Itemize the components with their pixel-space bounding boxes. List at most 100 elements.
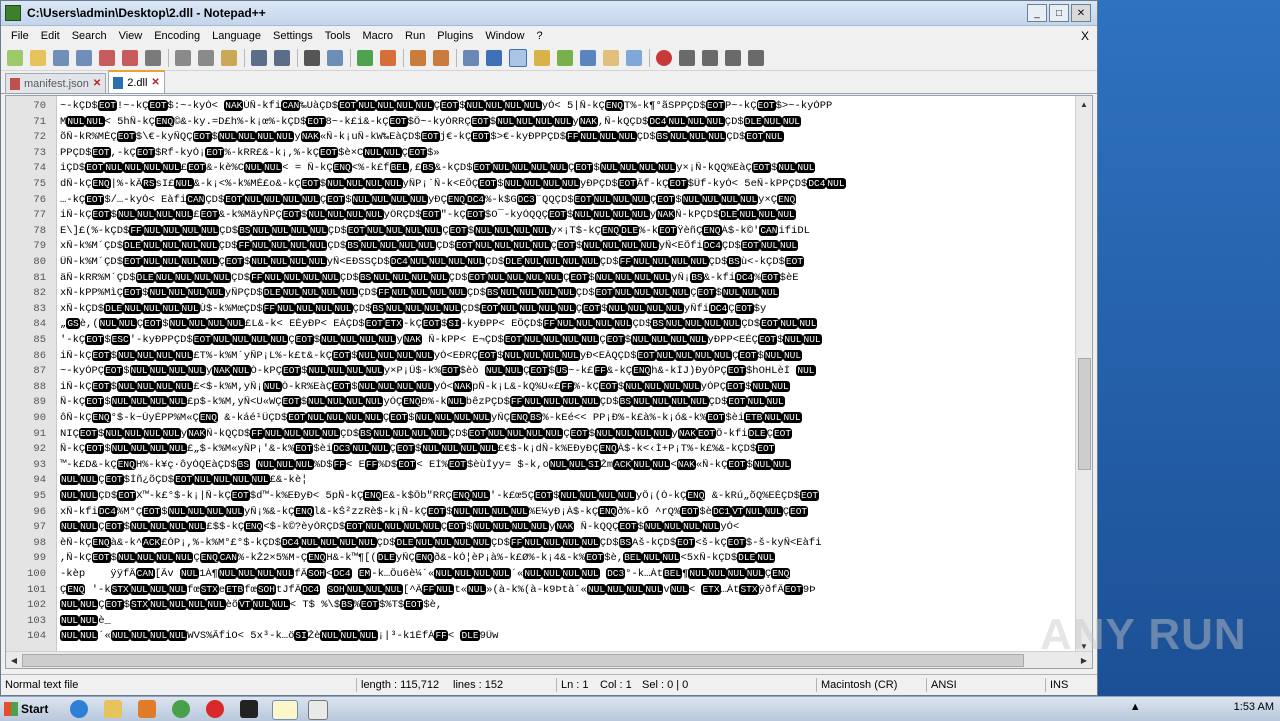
notepadpp-taskbar-icon[interactable] xyxy=(272,700,298,720)
folder-workspace-icon[interactable] xyxy=(603,50,619,66)
vertical-scrollbar[interactable]: ▲ ▼ xyxy=(1075,96,1092,654)
open-file-icon[interactable] xyxy=(30,50,46,66)
word-wrap-icon[interactable] xyxy=(463,50,479,66)
find-icon[interactable] xyxy=(304,50,320,66)
editor-line[interactable]: 83 xÑ-kÇD$DLE NUL NUL NUL NULÙ$-k%MœÇD$FF NUL N… xyxy=(6,302,1082,319)
show-all-characters-icon[interactable] xyxy=(486,50,502,66)
media-player-icon[interactable] xyxy=(138,700,156,718)
editor-line[interactable]: 70 ~-kÇD$EOT!~-kÇEOT$:~-kyÓ< NAKÙÑ-kfiCAN… xyxy=(6,100,1082,116)
editor-line[interactable]: 90 ôÑ-kÇENQ°$-k~ÙyÉPP%M«ÇENQ &-káé¹ÜÇD$EO… xyxy=(6,412,1082,428)
stop-macro-icon[interactable] xyxy=(679,50,695,66)
editor-line[interactable]: 93 ™-k£D&-kÇENQH%-k¥ç·ôyÓQEàÇD$BS NUL NUL N… xyxy=(6,458,1082,475)
editor-pane[interactable]: 70 ~-kÇD$EOT!~-kÇEOT$:~-kyÓ< NAKÙÑ-kfiCAN… xyxy=(5,95,1093,669)
editor-line[interactable]: 94 NUL NULÇEOT$Íñ¿õÇD$EOT NUL NUL NUL NUL£&-kè… xyxy=(6,474,1082,490)
editor-line[interactable]: 84 „GSè,(NUL NULÇEOT$NUL NUL NUL NUL£L&-k< EÈ… xyxy=(6,318,1082,334)
replace-icon[interactable] xyxy=(327,50,343,66)
editor-line[interactable]: 95 NUL NULÇD$EOTX™-k£°$-k¡|Ñ-kÇEOT$d™-k%EÐ… xyxy=(6,490,1082,506)
menu-language[interactable]: Language xyxy=(206,30,267,42)
menu-window[interactable]: Window xyxy=(479,30,530,42)
document-close-button[interactable]: X xyxy=(1081,29,1089,43)
editor-line[interactable]: 85 '-kÇEOT$ESC'-kyÐPPÇD$EOT NUL NUL NUL NULÇE… xyxy=(6,334,1082,350)
editor-line[interactable]: 92 Ñ-kÇEOT$NUL NUL NUL NUL£„$-k%M«yÑP¡'&-k%E… xyxy=(6,443,1082,459)
sync-horizontal-icon[interactable] xyxy=(433,50,449,66)
play-macro-icon[interactable] xyxy=(702,50,718,66)
editor-line[interactable]: 78 E\]£(%-kÇD$FF NUL NUL NUL NULÇD$BS NUL NUL NU… xyxy=(6,224,1082,241)
record-macro-icon[interactable] xyxy=(656,50,672,66)
editor-line[interactable]: 98 èÑ-kÇENQà&-k^ACK£ÓP¡,%-k%M°£°$-kÇD$DC4… xyxy=(6,536,1082,553)
maximize-button[interactable]: □ xyxy=(1049,4,1069,22)
file-explorer-icon[interactable] xyxy=(104,700,122,718)
editor-line[interactable]: 86 iÑ-kÇEOT$NUL NUL NUL NUL£T%-k%M´yÑP¡L%-k£… xyxy=(6,349,1082,366)
close-button[interactable]: ✕ xyxy=(1071,4,1091,22)
menu-settings[interactable]: Settings xyxy=(267,30,319,42)
scroll-left-icon[interactable]: ◀ xyxy=(7,653,21,667)
chrome-icon[interactable] xyxy=(172,700,190,718)
cmd-icon[interactable] xyxy=(240,700,258,718)
opera-icon[interactable] xyxy=(206,700,224,718)
editor-line[interactable]: 72 õÑ-kR%MÈÇEOT$\€-kyÑQÇEOT$NUL NUL NUL NULy… xyxy=(6,131,1082,147)
start-button[interactable]: Start xyxy=(2,698,52,719)
close-file-icon[interactable] xyxy=(99,50,115,66)
editor-line[interactable]: 76 …-kÇEOT$/…-kyÓ< EàfiCANÇD$EOT NUL NUL NUL… xyxy=(6,193,1082,210)
document-map-icon[interactable] xyxy=(557,50,573,66)
editor-line[interactable]: 87 ~-kyÓPÇEOT$NUL NUL NUL NULyNAK NULÒ-kPÇEOT… xyxy=(6,365,1082,381)
horizontal-scroll-thumb[interactable] xyxy=(22,654,1024,667)
editor-line[interactable]: 77 iÑ-kÇEOT$NUL NUL NUL NUL£EOT&-k%MäyÑPÇEOT… xyxy=(6,209,1082,225)
editor-line[interactable]: 100 -kèp ÿÿfÂCAN[Ãv NUL1À¶NUL NUL NUL NULfÂS… xyxy=(6,568,1082,584)
editor-line[interactable]: 75 dÑ-kÇENQ|%-kÂRSsI£NUL&-k¡<%-k%MÈ£o&-kÇ… xyxy=(6,178,1082,194)
menu-macro[interactable]: Macro xyxy=(356,30,399,42)
function-list-icon[interactable] xyxy=(580,50,596,66)
save-macro-icon[interactable] xyxy=(748,50,764,66)
editor-line[interactable]: 99 ,Ñ-kÇEOT$NUL NUL NUL NULÇENQ CAN%-kŽ2×5%M-… xyxy=(6,552,1082,568)
menu-tools[interactable]: Tools xyxy=(319,30,357,42)
editor-line[interactable]: 96 xÑ-kfiDC4%M°ÇEOT$NUL NUL NUL NULyÑ¡%&-kÇE… xyxy=(6,505,1082,522)
editor-line[interactable]: 73 PPÇD$EOT,-kÇEOT$Rf-kyÓ¡EOT%-kRR£&-k¡,%… xyxy=(6,146,1082,163)
paste-icon[interactable] xyxy=(221,50,237,66)
editor-line[interactable]: 102 NUL NULÇEOT$STX NUL NUL NUL NULèõVT NUL NUL<… xyxy=(6,599,1082,615)
menu-plugins[interactable]: Plugins xyxy=(431,30,479,42)
new-file-icon[interactable] xyxy=(7,50,23,66)
sync-vertical-icon[interactable] xyxy=(410,50,426,66)
editor-line[interactable]: 81 äÑ-kRR%M´ÇD$DLE NUL NUL NUL NULÇD$FF NUL NUL… xyxy=(6,271,1082,288)
redo-icon[interactable] xyxy=(274,50,290,66)
app-window-icon[interactable] xyxy=(308,700,328,720)
cut-icon[interactable] xyxy=(175,50,191,66)
menu-view[interactable]: View xyxy=(113,30,149,42)
indent-guide-icon[interactable] xyxy=(509,49,527,67)
menu-run[interactable]: Run xyxy=(399,30,431,42)
save-all-icon[interactable] xyxy=(76,50,92,66)
editor-line[interactable]: 103 NUL NULè_ xyxy=(6,614,1082,631)
editor-line[interactable]: 88 iÑ-kÇEOT$NUL NUL NUL NUL£<$-k%M,yÑ¡NULÒ-k… xyxy=(6,380,1082,397)
editor-line[interactable]: 71 MNUL NUL< 5hÑ-kÇENQ©&-ky.=D£h%-k¡œ%-kÇD… xyxy=(6,115,1082,132)
monitoring-icon[interactable] xyxy=(626,50,642,66)
user-language-icon[interactable] xyxy=(534,50,550,66)
editor-line[interactable]: 80 ÜÑ-k%M´ÇD$EOT NUL NUL NUL NULÇEOT$NUL NUL NU… xyxy=(6,256,1082,272)
vertical-scroll-thumb[interactable] xyxy=(1078,358,1091,470)
internet-explorer-icon[interactable] xyxy=(70,700,88,718)
editor-line[interactable]: 79 xÑ-k%M´ÇD$DLE NUL NUL NUL NULÇD$FF NUL NUL NU… xyxy=(6,240,1082,256)
scroll-up-icon[interactable]: ▲ xyxy=(1077,97,1091,111)
editor-line[interactable]: 97 NUL NULÇEOT$NUL NUL NUL NUL£$$-kÇENQ<$-k©?… xyxy=(6,521,1082,537)
editor-line[interactable]: 82 xÑ-kPP%MìÇEOT$NUL NUL NUL NULyÑPÇD$DLE NUL… xyxy=(6,287,1082,303)
save-icon[interactable] xyxy=(53,50,69,66)
zoom-out-icon[interactable] xyxy=(380,50,396,66)
editor-line[interactable]: 74 iÇD$EOT NUL NUL NUL NUL£EOT&-kè%CNUL NUL< =… xyxy=(6,162,1082,178)
print-icon[interactable] xyxy=(145,50,161,66)
menu-help[interactable]: ? xyxy=(530,30,548,42)
tab-2-dll[interactable]: 2.dll ✕ xyxy=(108,70,165,93)
editor-line[interactable]: 91 NIÇEOT$NUL NUL NUL NULyNAKÑ-kQÇD$FF NUL NUL… xyxy=(6,427,1082,444)
tab-close-icon[interactable]: ✕ xyxy=(151,77,159,88)
editor-line[interactable]: 89 Ñ-kÇEOT$NUL NUL NUL NUL£p$-k%M,yÑ<U«WÇEOT… xyxy=(6,396,1082,412)
undo-icon[interactable] xyxy=(251,50,267,66)
menu-file[interactable]: File xyxy=(5,30,35,42)
menu-edit[interactable]: Edit xyxy=(35,30,66,42)
minimize-button[interactable]: _ xyxy=(1027,4,1047,22)
editor-line[interactable]: 101 ÇENQ '-kSTX NUL NUL NULfœSTXeETBfœSOHtJf… xyxy=(6,583,1082,600)
tab-close-icon[interactable]: ✕ xyxy=(93,78,101,89)
copy-icon[interactable] xyxy=(198,50,214,66)
tray-arrow-icon[interactable]: ▲ xyxy=(1130,701,1141,713)
menu-encoding[interactable]: Encoding xyxy=(148,30,206,42)
menu-search[interactable]: Search xyxy=(66,30,113,42)
horizontal-scrollbar[interactable]: ◀ ▶ xyxy=(6,651,1092,668)
editor-line[interactable]: 104 NUL NUL´«NUL NUL NUL NULWVS%ÃfiO< 5x³-k…ö… xyxy=(6,630,1082,646)
